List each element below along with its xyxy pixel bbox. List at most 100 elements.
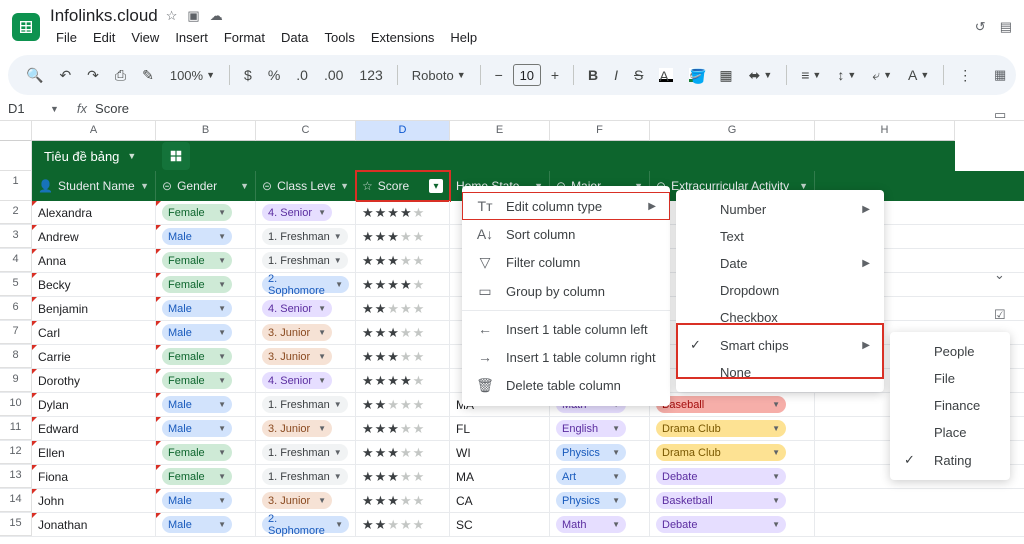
percent-icon[interactable]: % (262, 63, 286, 87)
cell-name[interactable]: Andrew (32, 225, 156, 248)
search-icon[interactable]: 🔍 (20, 63, 49, 88)
cell-score[interactable]: ★★★★★ (356, 321, 450, 344)
cell-state[interactable]: MA (450, 465, 550, 488)
tasks-icon[interactable]: ☑ (994, 307, 1014, 327)
cell-name[interactable]: Carl (32, 321, 156, 344)
row-header[interactable] (0, 141, 32, 171)
class-chip[interactable]: 2. Sophomore▼ (262, 516, 349, 533)
class-chip[interactable]: 2. Sophomore▼ (262, 276, 349, 293)
cell-class[interactable]: 1. Freshman▼ (256, 465, 356, 488)
cell-major[interactable]: Math▼ (550, 513, 650, 536)
cell-gender[interactable]: Male▼ (156, 513, 256, 536)
fill-color-icon[interactable]: 🪣 (683, 64, 709, 86)
cloud-icon[interactable]: ☁ (210, 8, 223, 24)
column-class[interactable]: ⊝Class Level▼ (256, 171, 356, 201)
halign-icon[interactable]: ≡▼ (795, 63, 827, 87)
gender-chip[interactable]: Female▼ (162, 252, 232, 269)
class-chip[interactable]: 3. Junior▼ (262, 492, 332, 509)
type-smart-chips[interactable]: ✓Smart chips▶ (676, 331, 884, 359)
cell-gender[interactable]: Female▼ (156, 345, 256, 368)
cell-name[interactable]: Dylan (32, 393, 156, 416)
history-icon[interactable]: ↺ (975, 19, 986, 35)
chip-rating[interactable]: ✓Rating (890, 446, 1010, 474)
strike-icon[interactable]: S (628, 63, 649, 87)
menu-view[interactable]: View (125, 28, 165, 47)
doc-name[interactable]: Infolinks.cloud (50, 6, 158, 26)
col-header[interactable]: C (256, 121, 356, 141)
row-header[interactable]: 11 (0, 417, 32, 440)
chip-finance[interactable]: Finance (890, 392, 1010, 419)
column-gender[interactable]: ⊝Gender▼ (156, 171, 256, 201)
cell-score[interactable]: ★★★★★ (356, 345, 450, 368)
extra-chip[interactable]: Debate▼ (656, 468, 786, 485)
row-header[interactable]: 8 (0, 345, 32, 368)
menu-edit[interactable]: Edit (87, 28, 121, 47)
cell-gender[interactable]: Male▼ (156, 393, 256, 416)
major-chip[interactable]: Physics▼ (556, 492, 626, 509)
col-header[interactable]: H (815, 121, 955, 141)
row-header[interactable]: 7 (0, 321, 32, 344)
cell-score[interactable]: ★★★★★ (356, 297, 450, 320)
column-student[interactable]: 👤Student Name▼ (32, 171, 156, 201)
font-size[interactable]: 10 (513, 64, 541, 86)
col-header[interactable]: F (550, 121, 650, 141)
type-none[interactable]: None (676, 359, 884, 386)
cell-extra[interactable]: Drama Club▼ (650, 417, 815, 440)
major-chip[interactable]: Physics▼ (556, 444, 626, 461)
cell-gender[interactable]: Female▼ (156, 249, 256, 272)
type-dropdown[interactable]: Dropdown (676, 277, 884, 304)
major-chip[interactable]: English▼ (556, 420, 626, 437)
format-number-icon[interactable]: 123 (353, 63, 388, 87)
menu-file[interactable]: File (50, 28, 83, 47)
row-header[interactable]: 9 (0, 369, 32, 392)
class-chip[interactable]: 4. Senior▼ (262, 372, 332, 389)
menu-tools[interactable]: Tools (318, 28, 360, 47)
cell-name[interactable]: Ellen (32, 441, 156, 464)
valign-icon[interactable]: ↕▼ (831, 63, 862, 87)
cell-class[interactable]: 4. Senior▼ (256, 369, 356, 392)
select-all-corner[interactable] (0, 121, 32, 141)
cell-class[interactable]: 4. Senior▼ (256, 201, 356, 224)
cell-score[interactable]: ★★★★★ (356, 393, 450, 416)
sheets-logo[interactable] (12, 13, 40, 41)
font-plus[interactable]: + (545, 63, 565, 87)
cell-name[interactable]: Alexandra (32, 201, 156, 224)
extra-chip[interactable]: Baseball▼ (656, 396, 786, 413)
menu-format[interactable]: Format (218, 28, 271, 47)
cell-class[interactable]: 3. Junior▼ (256, 321, 356, 344)
col-header[interactable]: B (156, 121, 256, 141)
cell-major[interactable]: Physics▼ (550, 441, 650, 464)
row-header[interactable]: 5 (0, 273, 32, 296)
cell-major[interactable]: Physics▼ (550, 489, 650, 512)
cell-state[interactable]: WI (450, 441, 550, 464)
cell-name[interactable]: Dorothy (32, 369, 156, 392)
wrap-icon[interactable]: ⤶▼ (866, 63, 898, 88)
menu-edit-column-type[interactable]: TᴛEdit column type▶ (462, 192, 670, 220)
cell-state[interactable]: SC (450, 513, 550, 536)
cell-gender[interactable]: Male▼ (156, 297, 256, 320)
cell-score[interactable]: ★★★★★ (356, 201, 450, 224)
type-date[interactable]: Date▶ (676, 250, 884, 277)
italic-icon[interactable]: I (608, 63, 624, 87)
major-chip[interactable]: Math▼ (556, 516, 626, 533)
cell-state[interactable]: FL (450, 417, 550, 440)
cell-score[interactable]: ★★★★★ (356, 465, 450, 488)
gender-chip[interactable]: Male▼ (162, 396, 232, 413)
menu-insert-left[interactable]: ←Insert 1 table column left (462, 315, 670, 343)
redo-icon[interactable]: ↷ (81, 63, 105, 88)
extra-chip[interactable]: Drama Club▼ (656, 420, 786, 437)
gender-chip[interactable]: Female▼ (162, 444, 232, 461)
col-header[interactable]: E (450, 121, 550, 141)
menu-group-column[interactable]: ▭Group by column (462, 277, 670, 306)
menu-extensions[interactable]: Extensions (365, 28, 441, 47)
extra-chip[interactable]: Debate▼ (656, 516, 786, 533)
class-chip[interactable]: 4. Senior▼ (262, 204, 332, 221)
move-icon[interactable]: ▣ (187, 8, 199, 24)
cell-name[interactable]: John (32, 489, 156, 512)
row-header[interactable]: 6 (0, 297, 32, 320)
gender-chip[interactable]: Male▼ (162, 300, 232, 317)
cell-extra[interactable]: Debate▼ (650, 513, 815, 536)
cell-score[interactable]: ★★★★★ (356, 249, 450, 272)
name-box[interactable]: D1 (0, 99, 50, 118)
col-header[interactable]: D (356, 121, 450, 141)
